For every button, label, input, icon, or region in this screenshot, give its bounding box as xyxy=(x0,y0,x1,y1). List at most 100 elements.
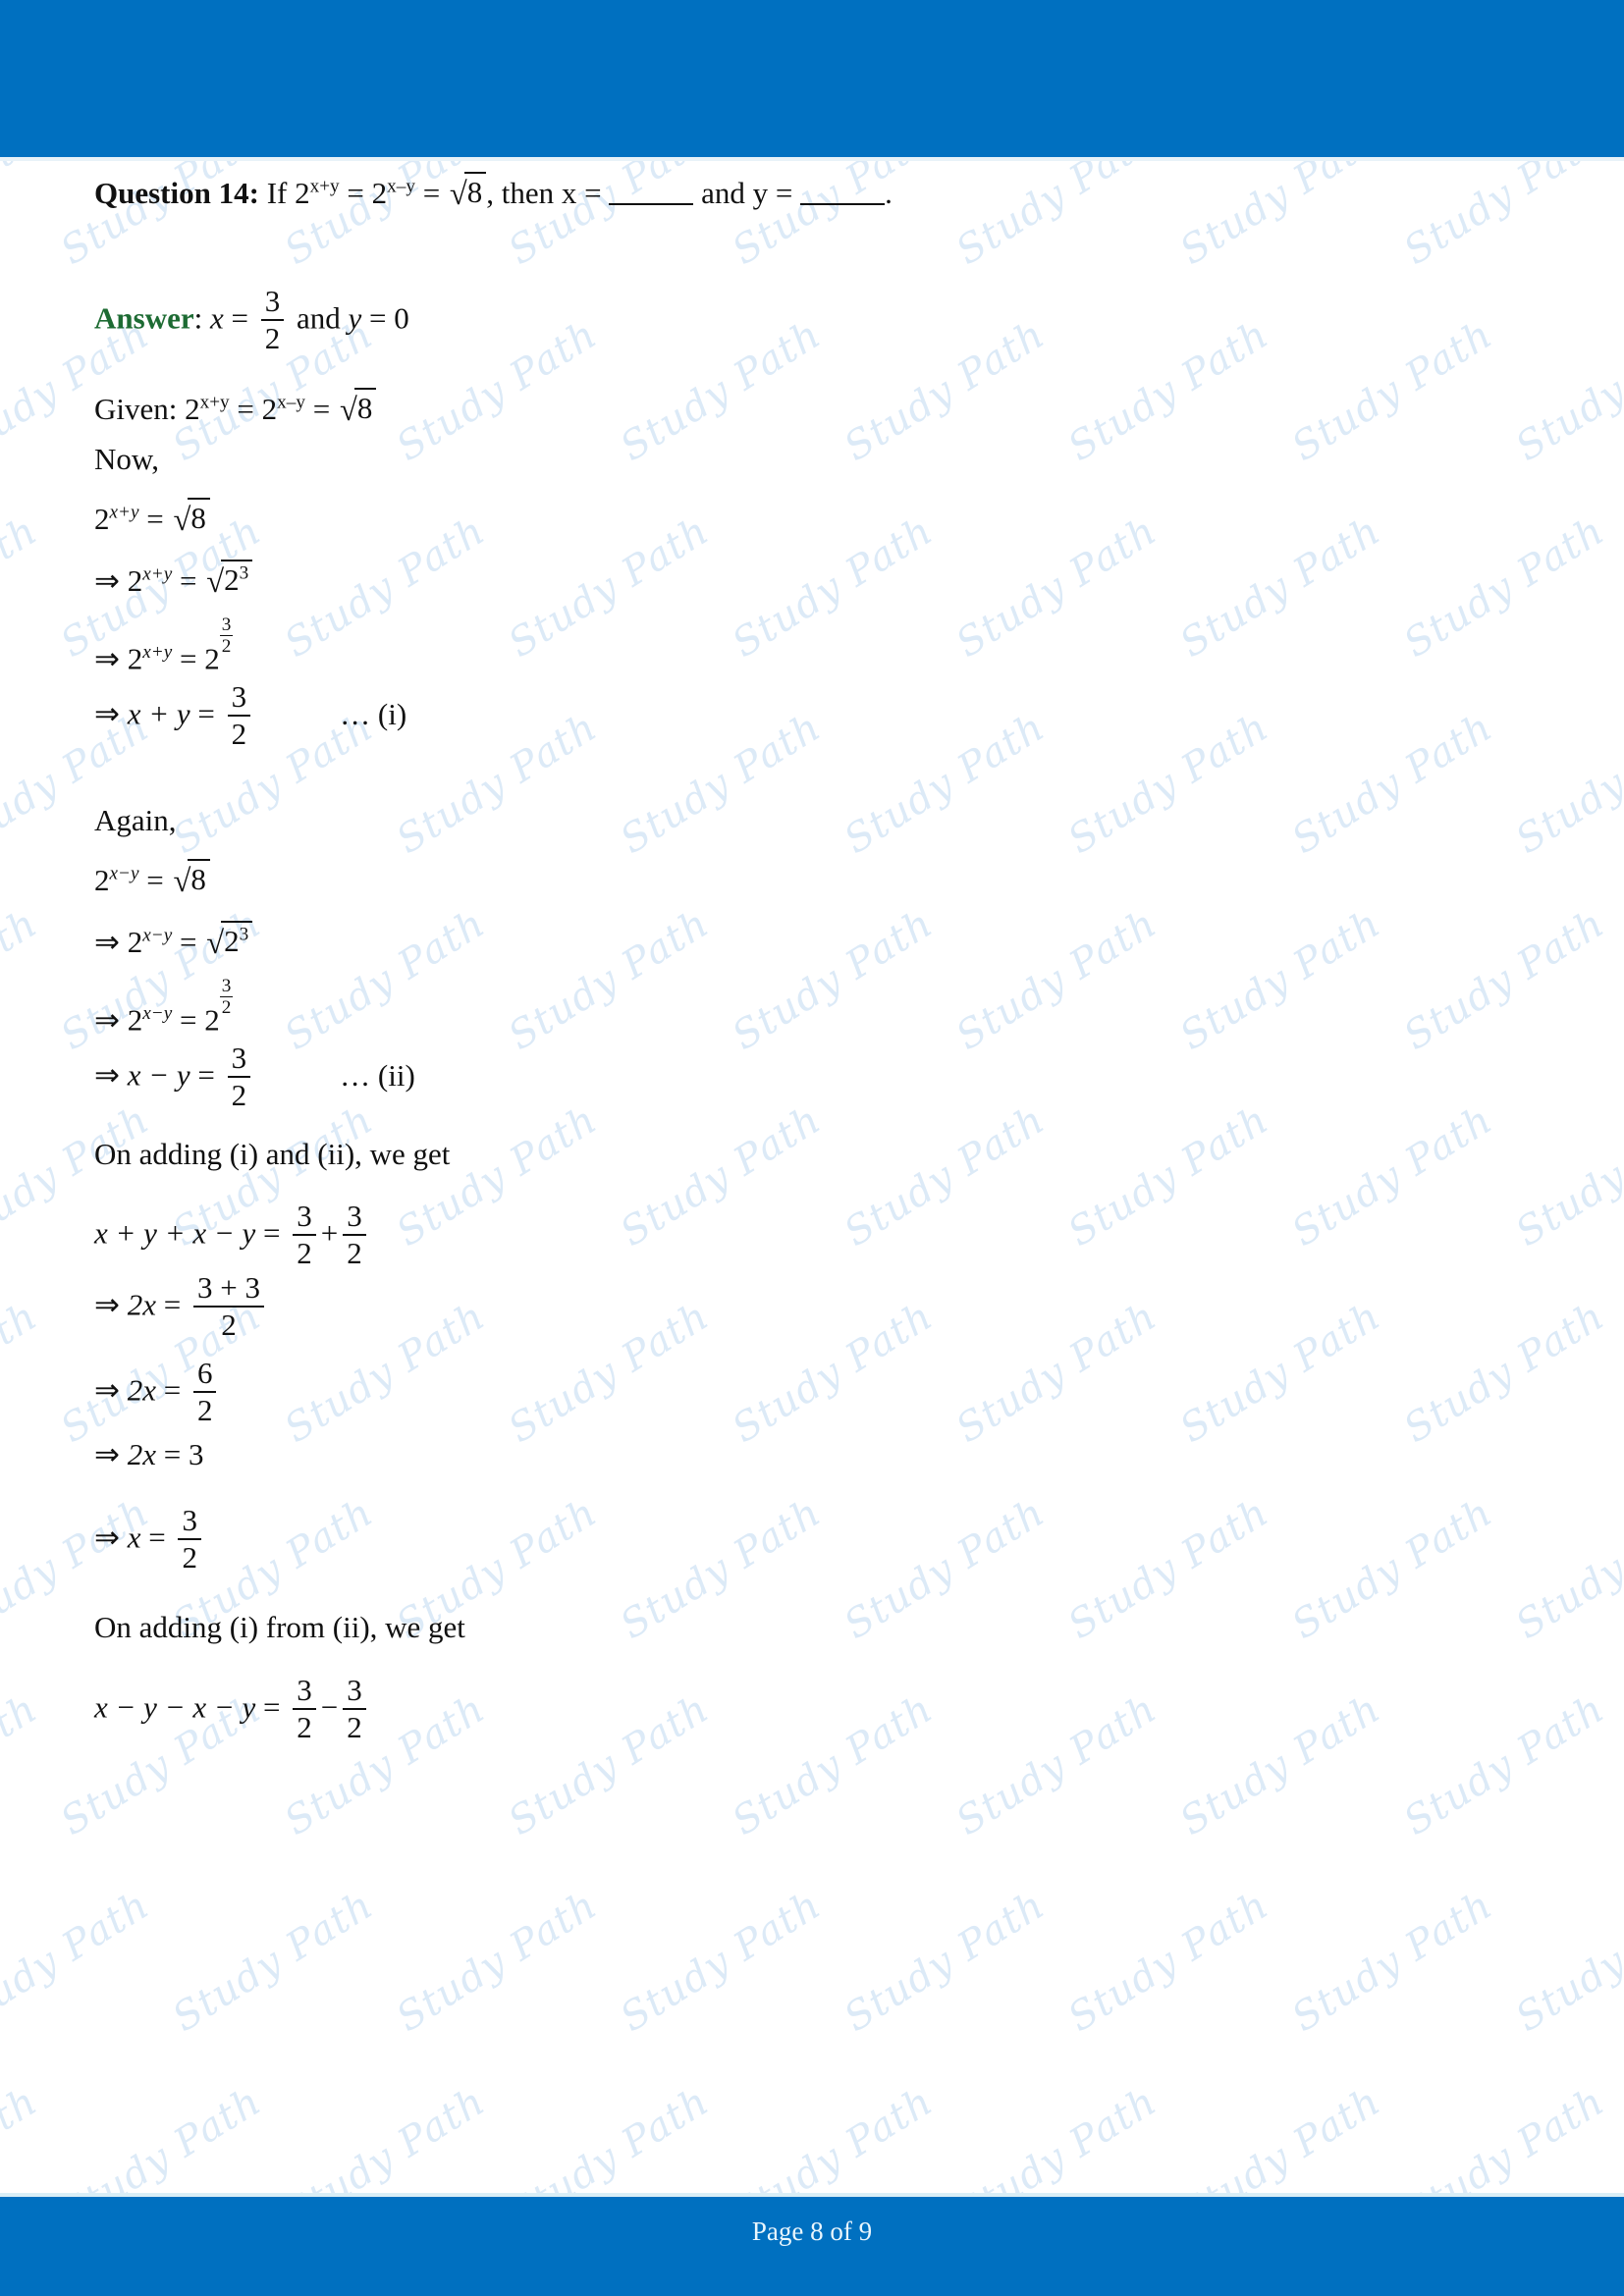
question-text-before: If 2 xyxy=(266,176,310,210)
eq8-fraction: 32 xyxy=(227,1041,251,1110)
eq6-radicand: 23 xyxy=(221,921,253,956)
eq13-numerator: 3 xyxy=(182,1503,197,1537)
eq9-plus: + xyxy=(320,1215,339,1251)
eq7-rhs-base: 2 xyxy=(204,1002,220,1038)
eq12-arrow: ⇒ xyxy=(94,1437,120,1471)
eq6-exponent: x−y xyxy=(142,925,173,946)
eq2-exponent: x+y xyxy=(142,563,173,585)
eq5-equals: = xyxy=(138,863,172,897)
watermark-text: Study Path xyxy=(725,900,942,1060)
eq5-sqrt: √8 xyxy=(172,859,210,897)
watermark-text: Study Path xyxy=(277,900,494,1060)
watermark-text: Study Path xyxy=(1284,1096,1501,1256)
watermark-text: Study Path xyxy=(501,1685,718,1845)
eq5-base: 2 xyxy=(94,863,110,897)
eq13-denominator: 2 xyxy=(178,1537,201,1574)
watermark-text: Study Path xyxy=(1060,1489,1277,1649)
eq13-arrow: ⇒ xyxy=(94,1520,120,1555)
watermark-text: Study Path xyxy=(1396,900,1613,1060)
watermark-text: Study Path xyxy=(948,900,1165,1060)
eq4-tag: … (i) xyxy=(340,696,407,731)
question-text-after-1: , then x = xyxy=(486,176,610,210)
eq4-numerator: 3 xyxy=(231,679,247,714)
watermark-text: Study Path xyxy=(165,1882,382,2042)
watermark-text: Study Path xyxy=(1396,1685,1613,1845)
watermark-text: Study Path xyxy=(1060,1096,1277,1256)
watermark-text: Study Path xyxy=(389,1882,606,2042)
eq3-exponent-numerator: 3 xyxy=(221,614,232,635)
watermark-text: Study Path xyxy=(1620,901,1624,1060)
eq14-equals: = xyxy=(255,1689,289,1725)
watermark-text: Study Path xyxy=(725,1685,942,1845)
watermark-text: Study Path xyxy=(1284,1882,1501,2042)
watermark-text: Study Path xyxy=(0,1882,158,2042)
watermark-text: Study Path xyxy=(837,1489,1054,1649)
watermark-text: Study Path xyxy=(1508,1096,1624,1256)
header-underline xyxy=(0,157,1624,161)
answer-and: and xyxy=(289,300,349,336)
eq-1: 2x+y = √8 xyxy=(94,498,210,536)
eq-2: ⇒ 2x+y = √23 xyxy=(94,560,253,598)
eq3-exponent-denominator: 2 xyxy=(219,635,234,658)
watermark-text: Study Path xyxy=(837,1096,1054,1256)
eq10-denominator: 2 xyxy=(192,1305,264,1341)
watermark-text: Study Path xyxy=(1396,1293,1613,1453)
eq9-equals: = xyxy=(255,1215,289,1251)
watermark-text: Study Path xyxy=(837,704,1054,864)
watermark-text: Study Path xyxy=(389,1096,606,1256)
eq8-lhs: x − y xyxy=(127,1057,190,1093)
answer-fraction: 32 xyxy=(260,286,285,353)
eq14-minus: − xyxy=(320,1689,339,1725)
watermark-text: Study Path xyxy=(1284,1489,1501,1649)
watermark-text: Study Path xyxy=(1620,508,1624,667)
eq4-equals: = xyxy=(189,696,223,731)
eq4-fraction: 32 xyxy=(227,679,251,750)
eq-14: x − y − x − y = 3 2−3 2 xyxy=(94,1675,371,1744)
eq14-fraction-2: 32 xyxy=(343,1675,366,1742)
given-line: Given: 2x+y = 2x–y = √8 xyxy=(94,388,377,426)
eq1-base: 2 xyxy=(94,502,110,536)
watermark-text: Study Path xyxy=(277,507,494,667)
document-page: Study Path Study Path Study Path Study Path… xyxy=(0,0,1624,2296)
eq7-equals: = xyxy=(172,1002,205,1038)
given-radicand: 8 xyxy=(353,388,377,423)
eq3-base: 2 xyxy=(127,641,143,676)
eq9-fraction-2: 32 xyxy=(343,1201,366,1268)
watermark-text: Study Path xyxy=(501,507,718,667)
eq2-radicand-base: 2 xyxy=(224,562,240,597)
watermark-text: Study Path xyxy=(0,900,46,1059)
eq1-exponent: x+y xyxy=(109,502,139,523)
eq8-numerator: 3 xyxy=(231,1041,247,1075)
answer-line: Answer: x = 32 and y = 0 xyxy=(94,286,409,355)
eq10-lhs: 2x xyxy=(127,1287,156,1322)
watermark-text: Study Path xyxy=(613,1489,830,1649)
eq5-exponent: x−y xyxy=(109,863,139,884)
eq2-sqrt: √23 xyxy=(204,560,253,598)
eq14-fraction-2-numerator: 3 xyxy=(347,1673,362,1707)
eq7-arrow: ⇒ xyxy=(94,1002,120,1038)
watermark-text: Study Path xyxy=(613,311,830,471)
eq13-fraction: 32 xyxy=(178,1505,201,1573)
watermark-text: Study Path xyxy=(613,704,830,864)
page-header xyxy=(0,0,1624,157)
eq1-radicand: 8 xyxy=(188,498,210,533)
eq-11: ⇒ 2x = 62 xyxy=(94,1358,221,1427)
eq-6: ⇒ 2x−y = √23 xyxy=(94,921,253,959)
eq-4: ⇒ x + y = 3 2 … (i) xyxy=(94,679,407,751)
eq2-radicand: 23 xyxy=(221,560,253,597)
watermark-text: Study Path xyxy=(501,1293,718,1453)
eq13-equals: = xyxy=(140,1520,174,1555)
answer-x-var: x xyxy=(209,300,224,336)
eq6-radicand-exponent: 3 xyxy=(239,924,249,945)
watermark-text: Study Path xyxy=(1620,1294,1624,1453)
watermark-text: Study Path xyxy=(501,900,718,1060)
on-adding-from-line: On adding (i) from (ii), we get xyxy=(94,1610,465,1644)
answer-label: Answer xyxy=(94,300,194,336)
again-line: Again, xyxy=(94,803,177,837)
eq6-equals: = xyxy=(172,925,205,959)
given-mid: = 2 xyxy=(229,392,278,426)
eq4-denominator: 2 xyxy=(227,714,251,750)
answer-blank-y xyxy=(800,175,886,205)
eq7-exponent-denominator: 2 xyxy=(219,996,234,1019)
question-radicand: 8 xyxy=(463,172,487,207)
